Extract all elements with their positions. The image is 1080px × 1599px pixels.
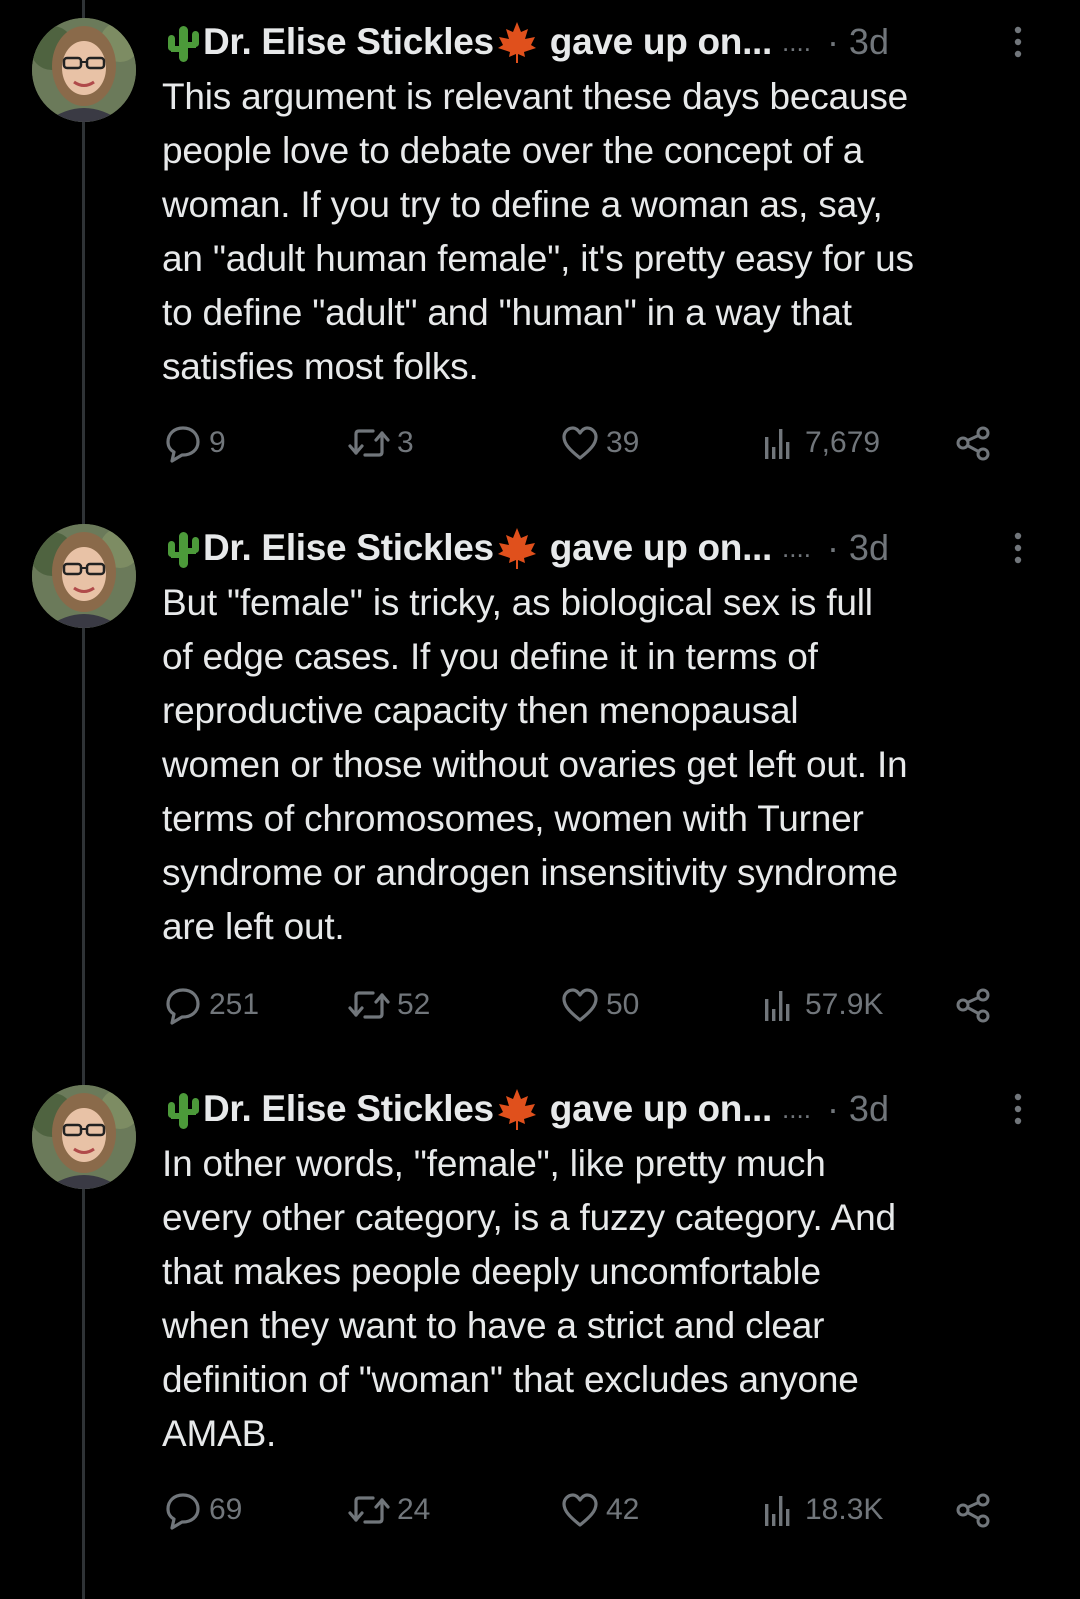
tweet-text: But "female" is tricky, as biological se… xyxy=(162,576,1057,954)
tweet-text-line: But "female" is tricky, as biological se… xyxy=(162,582,873,623)
tweet-actions: 9 3 39 7,679 xyxy=(163,418,1003,468)
author-name[interactable]: Dr. Elise Stickles xyxy=(203,527,494,569)
heart-icon xyxy=(562,988,598,1022)
share-button[interactable] xyxy=(953,980,999,1030)
handle-ellipsis: .... xyxy=(782,532,811,563)
views-bars-icon xyxy=(765,429,790,459)
cactus-icon xyxy=(168,532,199,568)
views-bars-icon xyxy=(765,1496,790,1526)
like-button[interactable]: 42 xyxy=(560,1485,639,1535)
share-button[interactable] xyxy=(953,418,999,468)
display-name-suffix: gave up on... xyxy=(549,527,773,568)
tweet-text-line: AMAB. xyxy=(162,1413,277,1454)
tweet-text-line: woman. If you try to define a woman as, … xyxy=(162,184,883,225)
cactus-icon xyxy=(168,26,199,62)
share-icon xyxy=(956,1493,990,1528)
share-icon xyxy=(956,426,990,461)
reply-bubble-icon xyxy=(166,1493,200,1530)
like-button[interactable]: 39 xyxy=(560,418,639,468)
tweet-text-line: are left out. xyxy=(162,906,345,947)
maple-leaf-icon xyxy=(497,528,536,569)
reply-button[interactable]: 9 xyxy=(163,418,226,468)
retweet-count: 3 xyxy=(397,426,414,459)
retweet-count: 24 xyxy=(397,1493,431,1526)
tweet-text-line: an "adult human female", it's pretty eas… xyxy=(162,238,914,279)
tweet-text-line: every other category, is a fuzzy categor… xyxy=(162,1197,896,1238)
avatar[interactable] xyxy=(32,18,136,122)
reply-button[interactable]: 251 xyxy=(163,980,259,1030)
thread-connector-line xyxy=(82,0,85,1599)
tweet-header: Dr. Elise Stickles gave up on... .... · … xyxy=(163,14,1043,70)
reply-count: 9 xyxy=(209,426,226,459)
like-count: 50 xyxy=(606,988,640,1021)
retweet-button[interactable]: 3 xyxy=(347,418,414,468)
handle-ellipsis: .... xyxy=(782,26,811,57)
like-count: 42 xyxy=(606,1493,640,1526)
author-name[interactable]: Dr. Elise Stickles xyxy=(203,1088,494,1130)
retweet-button[interactable]: 52 xyxy=(347,980,430,1030)
reply-bubble-icon xyxy=(166,426,200,463)
tweet-text-line: satisfies most folks. xyxy=(162,346,479,387)
more-vertical-icon[interactable] xyxy=(1008,530,1028,570)
tweet-text-line: In other words, "female", like pretty mu… xyxy=(162,1143,826,1184)
retweet-count: 52 xyxy=(397,988,431,1021)
like-button[interactable]: 50 xyxy=(560,980,639,1030)
maple-leaf-icon xyxy=(497,1089,536,1130)
retweet-button[interactable]: 24 xyxy=(347,1485,430,1535)
tweet-actions: 251 52 50 57.9K xyxy=(163,980,1003,1030)
share-button[interactable] xyxy=(953,1485,999,1535)
tweet-text: This argument is relevant these days bec… xyxy=(162,70,1057,394)
view-count: 57.9K xyxy=(805,988,884,1021)
tweet-text-line: syndrome or androgen insensitivity syndr… xyxy=(162,852,898,893)
tweet-text-line: definition of "woman" that excludes anyo… xyxy=(162,1359,859,1400)
avatar-image xyxy=(32,18,136,122)
views-button[interactable]: 57.9K xyxy=(759,980,883,1030)
display-name-suffix: gave up on... xyxy=(549,1088,773,1129)
views-bars-icon xyxy=(765,991,790,1021)
handle-ellipsis: .... xyxy=(782,1093,811,1124)
display-name-suffix: gave up on... xyxy=(549,21,773,62)
tweet-header: Dr. Elise Stickles gave up on... .... · … xyxy=(163,1081,1043,1137)
tweet-text: In other words, "female", like pretty mu… xyxy=(162,1137,1057,1461)
reply-count: 69 xyxy=(209,1493,243,1526)
timestamp[interactable]: · 3d xyxy=(827,1088,889,1130)
maple-leaf-icon xyxy=(497,22,536,63)
tweet-text-line: to define "adult" and "human" in a way t… xyxy=(162,292,852,333)
timestamp[interactable]: · 3d xyxy=(827,527,889,569)
avatar[interactable] xyxy=(32,524,136,628)
view-count: 18.3K xyxy=(805,1493,884,1526)
reply-bubble-icon xyxy=(166,988,200,1025)
retweet-icon xyxy=(348,429,390,457)
cactus-icon xyxy=(168,1093,199,1129)
views-button[interactable]: 18.3K xyxy=(759,1485,883,1535)
avatar-image xyxy=(32,524,136,628)
tweet-text-line: when they want to have a strict and clea… xyxy=(162,1305,825,1346)
more-vertical-icon[interactable] xyxy=(1008,24,1028,64)
avatar[interactable] xyxy=(32,1085,136,1189)
tweet-text-line: This argument is relevant these days bec… xyxy=(162,76,908,117)
heart-icon xyxy=(562,1493,598,1527)
views-button[interactable]: 7,679 xyxy=(759,418,880,468)
heart-icon xyxy=(562,426,598,460)
timestamp[interactable]: · 3d xyxy=(827,21,889,63)
like-count: 39 xyxy=(606,426,640,459)
retweet-icon xyxy=(348,1496,390,1524)
tweet-text-line: reproductive capacity then menopausal xyxy=(162,690,799,731)
tweet-actions: 69 24 42 18.3K xyxy=(163,1485,1003,1535)
tweet-text-line: of edge cases. If you define it in terms… xyxy=(162,636,818,677)
reply-count: 251 xyxy=(209,988,260,1021)
more-vertical-icon[interactable] xyxy=(1008,1091,1028,1131)
tweet-text-line: women or those without ovaries get left … xyxy=(162,744,908,785)
tweet-text-line: that makes people deeply uncomfortable xyxy=(162,1251,821,1292)
avatar-image xyxy=(32,1085,136,1189)
tweet-text-line: people love to debate over the concept o… xyxy=(162,130,864,171)
tweet-header: Dr. Elise Stickles gave up on... .... · … xyxy=(163,520,1043,576)
retweet-icon xyxy=(348,991,390,1019)
author-name[interactable]: Dr. Elise Stickles xyxy=(203,21,494,63)
view-count: 7,679 xyxy=(805,426,881,459)
reply-button[interactable]: 69 xyxy=(163,1485,242,1535)
tweet-text-line: terms of chromosomes, women with Turner xyxy=(162,798,864,839)
share-icon xyxy=(956,988,990,1023)
